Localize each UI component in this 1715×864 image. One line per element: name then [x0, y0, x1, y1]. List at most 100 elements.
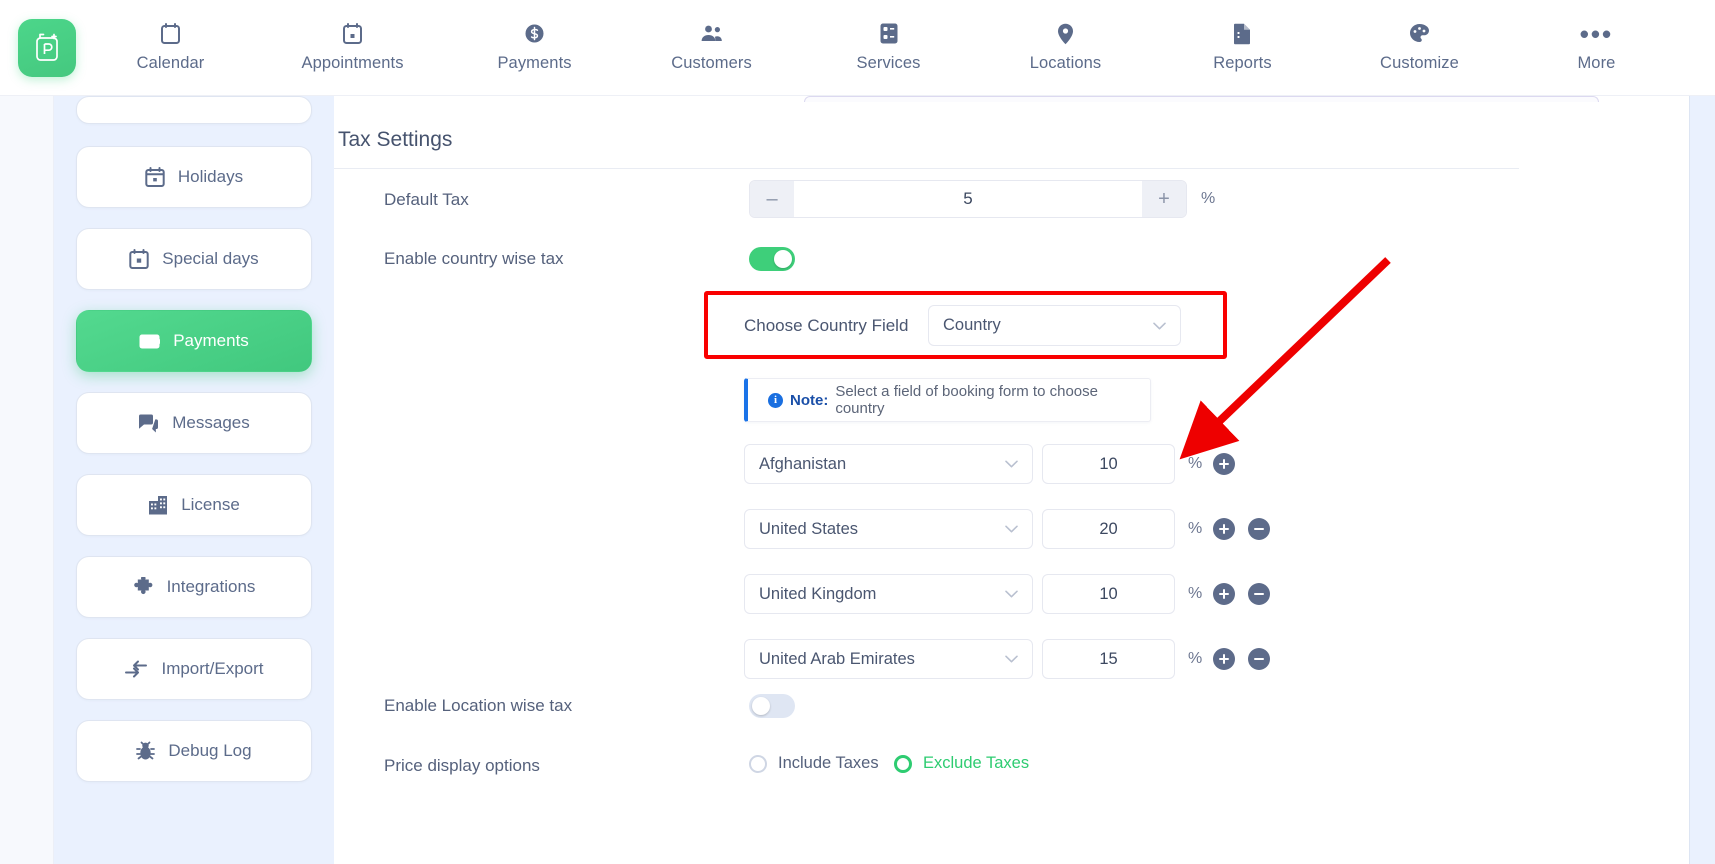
choose-country-field-value: Country [943, 316, 1001, 334]
country-tax-unit: % [1188, 520, 1203, 537]
nav-item-services[interactable]: Services [843, 23, 935, 73]
puzzle-icon [133, 577, 154, 597]
enable-country-wise-tax-toggle[interactable] [749, 247, 795, 271]
add-country-tax-row-button[interactable] [1213, 518, 1235, 540]
toggle-knob [774, 250, 792, 268]
sidebar-item-payments[interactable]: Payments [76, 310, 312, 372]
sidebar-item-label: Special days [162, 249, 259, 268]
appointments-calendar-icon [343, 23, 363, 45]
country-select[interactable]: United States [744, 509, 1033, 549]
note-banner: i Note: Select a field of booking form t… [744, 378, 1151, 422]
calendar-day-icon [129, 249, 149, 269]
remove-country-tax-row-button[interactable] [1248, 583, 1270, 605]
app-logo[interactable] [18, 18, 76, 77]
app-root: Calendar Appointments Payments Customers [0, 0, 1715, 864]
nav-label: Customize [1380, 53, 1459, 72]
add-country-tax-row-button[interactable] [1213, 583, 1235, 605]
price-display-options-label: Price display options [384, 756, 540, 775]
nav-item-customize[interactable]: Customize [1373, 23, 1465, 73]
country-tax-unit: % [1188, 585, 1203, 602]
default-tax-stepper[interactable]: – 5 + [749, 180, 1187, 218]
nav-label: Customers [671, 53, 752, 72]
import-export-icon [124, 660, 148, 678]
add-country-tax-row-button[interactable] [1213, 648, 1235, 670]
chevron-down-icon [1005, 525, 1018, 533]
services-grid-icon [880, 23, 898, 45]
country-tax-row: United States 20 % [744, 509, 1270, 549]
sidebar-item-import-export[interactable]: Import/Export [76, 638, 312, 700]
report-document-icon [1233, 23, 1251, 45]
calendar-icon [160, 23, 180, 45]
country-tax-value-input[interactable]: 15 [1042, 639, 1175, 679]
enable-country-wise-tax-label: Enable country wise tax [384, 249, 564, 268]
plus-icon [1219, 589, 1229, 599]
country-select-value: United Kingdom [759, 584, 877, 603]
nav-item-calendar[interactable]: Calendar [124, 23, 216, 73]
ellipsis-icon: ••• [1579, 18, 1614, 49]
nav-label: Reports [1213, 53, 1272, 72]
default-tax-value[interactable]: 5 [794, 181, 1142, 217]
radio-exclude-taxes[interactable]: Exclude Taxes [894, 754, 1029, 773]
nav-item-reports[interactable]: Reports [1196, 23, 1288, 73]
sidebar-item-integrations[interactable]: Integrations [76, 556, 312, 618]
remove-country-tax-row-button[interactable] [1248, 648, 1270, 670]
nav-label: Appointments [301, 53, 404, 72]
nav-item-appointments[interactable]: Appointments [301, 23, 403, 73]
nav-item-payments[interactable]: Payments [489, 23, 581, 73]
sidebar-item-special-days[interactable]: Special days [76, 228, 312, 290]
note-prefix: Note: [790, 391, 829, 409]
default-tax-unit: % [1201, 190, 1216, 207]
sidebar-item-partial-top[interactable] [76, 96, 312, 124]
section-divider [334, 168, 1519, 169]
country-select-value: United Arab Emirates [759, 649, 915, 668]
default-tax-increment-button[interactable]: + [1142, 181, 1186, 217]
sidebar-item-messages[interactable]: Messages [76, 392, 312, 454]
country-tax-row: United Arab Emirates 15 % [744, 639, 1270, 679]
note-text: Select a field of booking form to choose… [835, 383, 1098, 417]
calendar-icon [145, 167, 165, 187]
chevron-down-icon [1153, 322, 1166, 330]
nav-item-more[interactable]: ••• More [1550, 18, 1642, 73]
country-tax-value-input[interactable]: 20 [1042, 509, 1175, 549]
country-select[interactable]: United Kingdom [744, 574, 1033, 614]
top-navigation-bar: Calendar Appointments Payments Customers [0, 0, 1715, 96]
country-select[interactable]: Afghanistan [744, 444, 1033, 484]
sidebar-item-debug-log[interactable]: Debug Log [76, 720, 312, 782]
nav-item-customers[interactable]: Customers [666, 23, 758, 73]
sidebar-item-license[interactable]: License [76, 474, 312, 536]
right-gutter [1689, 96, 1715, 864]
plus-icon [1219, 459, 1229, 469]
plus-icon [1219, 654, 1229, 664]
partial-field-above[interactable] [804, 96, 1599, 102]
people-icon [700, 23, 723, 45]
chevron-down-icon [1005, 590, 1018, 598]
nav-item-locations[interactable]: Locations [1020, 23, 1112, 73]
country-tax-unit: % [1188, 455, 1203, 472]
enable-location-wise-tax-label: Enable Location wise tax [384, 696, 573, 715]
country-tax-value-input[interactable]: 10 [1042, 574, 1175, 614]
remove-country-tax-row-button[interactable] [1248, 518, 1270, 540]
plus-icon [1219, 524, 1229, 534]
radio-circle-icon [749, 754, 767, 773]
country-select-value: Afghanistan [759, 454, 847, 473]
minus-icon [1254, 528, 1264, 530]
settings-sidebar: Holidays Special days Payments Messages [54, 96, 334, 864]
choose-country-field-select[interactable]: Country [928, 305, 1181, 346]
add-country-tax-row-button[interactable] [1213, 453, 1235, 475]
country-select[interactable]: United Arab Emirates [744, 639, 1033, 679]
dollar-coin-icon [524, 23, 545, 45]
minus-icon [1254, 658, 1264, 660]
choose-country-field-label: Choose Country Field [744, 316, 909, 335]
sidebar-item-holidays[interactable]: Holidays [76, 146, 312, 208]
country-tax-value-input[interactable]: 10 [1042, 444, 1175, 484]
country-tax-row: Afghanistan 10 % [744, 444, 1235, 484]
top-nav-items: Calendar Appointments Payments Customers [82, 18, 1715, 73]
sidebar-item-label: License [181, 495, 240, 514]
default-tax-label: Default Tax [384, 190, 469, 209]
sidebar-item-label: Holidays [177, 167, 244, 186]
radio-include-taxes[interactable]: Include Taxes [749, 754, 879, 773]
nav-label: Locations [1029, 53, 1102, 72]
default-tax-decrement-button[interactable]: – [750, 181, 794, 217]
enable-location-wise-tax-toggle[interactable] [749, 694, 795, 718]
info-icon: i [768, 392, 783, 408]
